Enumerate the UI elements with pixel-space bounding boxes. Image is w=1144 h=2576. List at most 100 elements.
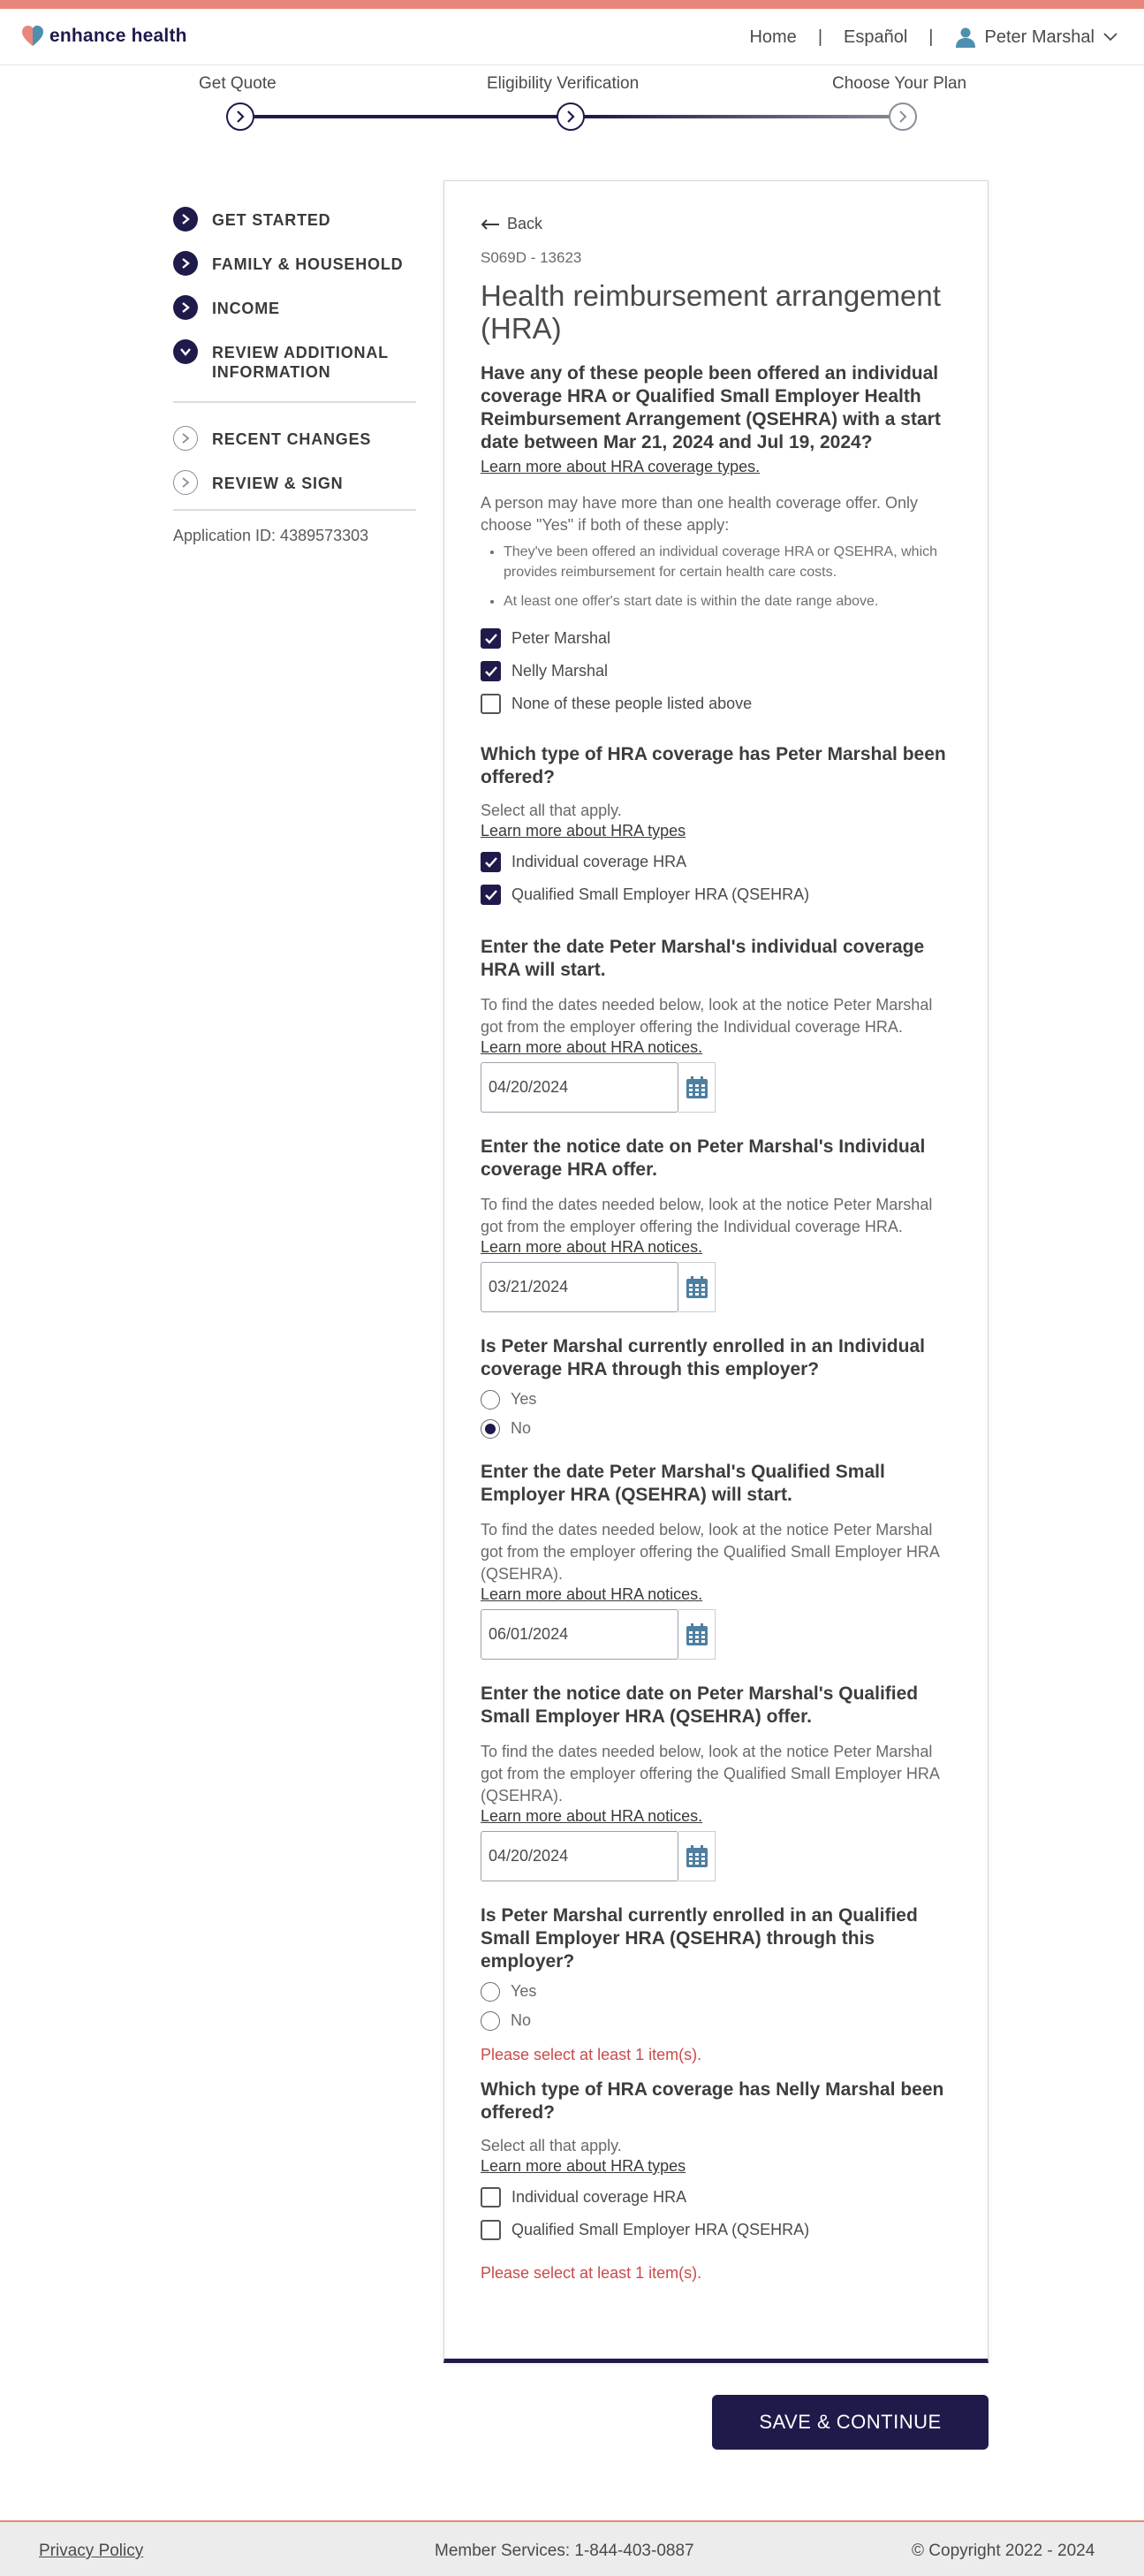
chevron-right-icon bbox=[173, 295, 198, 320]
sidebar-item-label: FAMILY & HOUSEHOLD bbox=[212, 255, 404, 273]
learn-more-hra-types-link[interactable]: Learn more about HRA types bbox=[481, 2157, 958, 2176]
learn-more-hra-coverage-types-link[interactable]: Learn more about HRA coverage types. bbox=[481, 458, 958, 476]
learn-more-hra-notices-link[interactable]: Learn more about HRA notices. bbox=[481, 1038, 958, 1057]
save-continue-button[interactable]: SAVE & CONTINUE bbox=[712, 2395, 989, 2450]
checkbox-label: None of these people listed above bbox=[511, 695, 753, 712]
top-nav: Home | Español | Peter Marshal bbox=[749, 27, 1117, 48]
checkbox-checked-icon[interactable] bbox=[481, 661, 501, 681]
application-id: Application ID: 4389573303 bbox=[173, 527, 369, 544]
qsehra-notice-date-input[interactable] bbox=[481, 1831, 678, 1881]
chevron-right-icon bbox=[237, 110, 245, 123]
checkbox-nelly-marshal[interactable]: Nelly Marshal bbox=[481, 655, 958, 688]
user-name: Peter Marshal bbox=[984, 27, 1095, 47]
radio-unselected-icon[interactable] bbox=[481, 2010, 500, 2031]
individual-hra-notice-date-input[interactable] bbox=[481, 1262, 678, 1312]
sidebar-item-family-household[interactable]: FAMILY & HOUSEHOLD bbox=[173, 251, 416, 276]
radio-enrolled-individual-no[interactable]: No bbox=[481, 1414, 958, 1443]
sidebar-item-label: INCOME bbox=[212, 300, 280, 317]
question-peter-hra-type: Which type of HRA coverage has Peter Mar… bbox=[481, 744, 946, 787]
checkbox-checked-icon[interactable] bbox=[481, 628, 501, 649]
brand-logo[interactable]: enhance health bbox=[21, 25, 187, 48]
question-nelly-hra-type: Which type of HRA coverage has Nelly Mar… bbox=[481, 2079, 944, 2123]
checkbox-label: Peter Marshal bbox=[511, 629, 611, 647]
sidebar-item-review-additional-information[interactable]: REVIEW ADDITIONAL INFORMATION bbox=[173, 339, 416, 382]
nav-language-link[interactable]: Español bbox=[844, 27, 907, 48]
checkbox-checked-icon[interactable] bbox=[481, 852, 501, 872]
notice-hint-text: To find the dates needed below, look at … bbox=[481, 1196, 933, 1235]
user-menu[interactable]: Peter Marshal bbox=[955, 27, 1118, 48]
checkbox-nelly-individual-hra[interactable]: Individual coverage HRA bbox=[481, 2181, 958, 2214]
radio-enrolled-individual-yes[interactable]: Yes bbox=[481, 1385, 958, 1414]
checkbox-unchecked-icon[interactable] bbox=[481, 694, 501, 714]
checkbox-label: Qualified Small Employer HRA (QSEHRA) bbox=[511, 885, 810, 903]
member-services-phone: Member Services: 1-844-403-0887 bbox=[435, 2542, 694, 2560]
checkbox-unchecked-icon[interactable] bbox=[481, 2187, 501, 2207]
calendar-icon[interactable] bbox=[678, 1062, 716, 1113]
sidebar-item-label: REVIEW ADDITIONAL INFORMATION bbox=[212, 344, 389, 381]
sidebar-item-label: RECENT CHANGES bbox=[212, 430, 372, 448]
list-item: They've been offered an individual cover… bbox=[504, 542, 958, 582]
learn-more-hra-notices-link[interactable]: Learn more about HRA notices. bbox=[481, 1807, 958, 1826]
checkbox-label: Nelly Marshal bbox=[511, 662, 609, 680]
chevron-right-icon bbox=[173, 470, 198, 495]
privacy-policy-link[interactable]: Privacy Policy bbox=[39, 2542, 143, 2561]
radio-label: Yes bbox=[511, 1982, 537, 2000]
site-header: enhance health Home | Español | Peter Ma… bbox=[0, 9, 1144, 65]
step-circle-get-quote[interactable] bbox=[226, 103, 254, 131]
learn-more-hra-notices-link[interactable]: Learn more about HRA notices. bbox=[481, 1585, 958, 1604]
checkbox-unchecked-icon[interactable] bbox=[481, 2220, 501, 2240]
calendar-icon[interactable] bbox=[678, 1262, 716, 1312]
step-line-complete bbox=[254, 115, 588, 118]
sidebar-divider bbox=[173, 401, 416, 403]
calendar-icon[interactable] bbox=[678, 1831, 716, 1881]
user-icon bbox=[955, 27, 975, 48]
sidebar-item-get-started[interactable]: GET STARTED bbox=[173, 207, 416, 232]
question-individual-hra-start-date: Enter the date Peter Marshal's individua… bbox=[481, 937, 925, 980]
question-enrolled-individual-hra: Is Peter Marshal currently enrolled in a… bbox=[481, 1336, 925, 1379]
nav-home-link[interactable]: Home bbox=[749, 27, 796, 48]
checkbox-peter-individual-hra[interactable]: Individual coverage HRA bbox=[481, 846, 958, 878]
radio-selected-icon[interactable] bbox=[481, 1418, 500, 1439]
copyright-text: © Copyright 2022 - 2024 bbox=[912, 2542, 1095, 2560]
back-link[interactable]: Back bbox=[481, 215, 958, 233]
step-line-upcoming bbox=[588, 115, 917, 118]
checkbox-peter-marshal[interactable]: Peter Marshal bbox=[481, 622, 958, 655]
radio-label: No bbox=[511, 1419, 532, 1437]
question-enrolled-qsehra: Is Peter Marshal currently enrolled in a… bbox=[481, 1905, 918, 1972]
sidebar-item-label: GET STARTED bbox=[212, 211, 331, 229]
sidebar-item-income[interactable]: INCOME bbox=[173, 295, 416, 320]
select-all-hint: Select all that apply. bbox=[481, 802, 622, 819]
radio-label: No bbox=[511, 2011, 532, 2029]
chevron-right-icon bbox=[567, 110, 575, 123]
chevron-down-icon bbox=[173, 339, 198, 364]
arrow-left-icon bbox=[481, 218, 499, 230]
individual-hra-start-date-input[interactable] bbox=[481, 1062, 678, 1113]
step-label-choose-plan: Choose Your Plan bbox=[832, 74, 967, 93]
radio-enrolled-qsehra-yes[interactable]: Yes bbox=[481, 1977, 958, 2006]
list-item: At least one offer's start date is withi… bbox=[504, 591, 958, 612]
calendar-icon[interactable] bbox=[678, 1609, 716, 1660]
step-circle-choose-plan bbox=[889, 103, 917, 131]
progress-stepper: Get Quote Eligibility Verification Choos… bbox=[177, 74, 989, 136]
sidebar-item-review-sign: REVIEW & SIGN bbox=[173, 470, 416, 495]
radio-enrolled-qsehra-no[interactable]: No bbox=[481, 2006, 958, 2035]
checkbox-label: Individual coverage HRA bbox=[511, 853, 687, 870]
radio-unselected-icon[interactable] bbox=[481, 1981, 500, 2002]
hra-form: Back S069D - 13623 Health reimbursement … bbox=[481, 215, 958, 2283]
checkbox-peter-qsehra[interactable]: Qualified Small Employer HRA (QSEHRA) bbox=[481, 878, 958, 911]
hra-intro-text: A person may have more than one health c… bbox=[481, 494, 918, 534]
checkbox-none-listed[interactable]: None of these people listed above bbox=[481, 688, 958, 720]
application-sidebar: GET STARTED FAMILY & HOUSEHOLD INCOME RE… bbox=[173, 207, 416, 545]
qsehra-start-date-input[interactable] bbox=[481, 1609, 678, 1660]
checkbox-label: Qualified Small Employer HRA (QSEHRA) bbox=[511, 2221, 810, 2238]
step-circle-eligibility[interactable] bbox=[557, 103, 585, 131]
radio-unselected-icon[interactable] bbox=[481, 1389, 500, 1410]
learn-more-hra-types-link[interactable]: Learn more about HRA types bbox=[481, 822, 958, 840]
checkbox-nelly-qsehra[interactable]: Qualified Small Employer HRA (QSEHRA) bbox=[481, 2214, 958, 2246]
question-hra-offered: Have any of these people been offered an… bbox=[481, 363, 941, 452]
checkbox-checked-icon[interactable] bbox=[481, 885, 501, 905]
sidebar-item-label: REVIEW & SIGN bbox=[212, 475, 344, 492]
qsehra-start-date-field bbox=[481, 1609, 717, 1660]
learn-more-hra-notices-link[interactable]: Learn more about HRA notices. bbox=[481, 1238, 958, 1257]
notice-hint-text: To find the dates needed below, look at … bbox=[481, 996, 933, 1036]
